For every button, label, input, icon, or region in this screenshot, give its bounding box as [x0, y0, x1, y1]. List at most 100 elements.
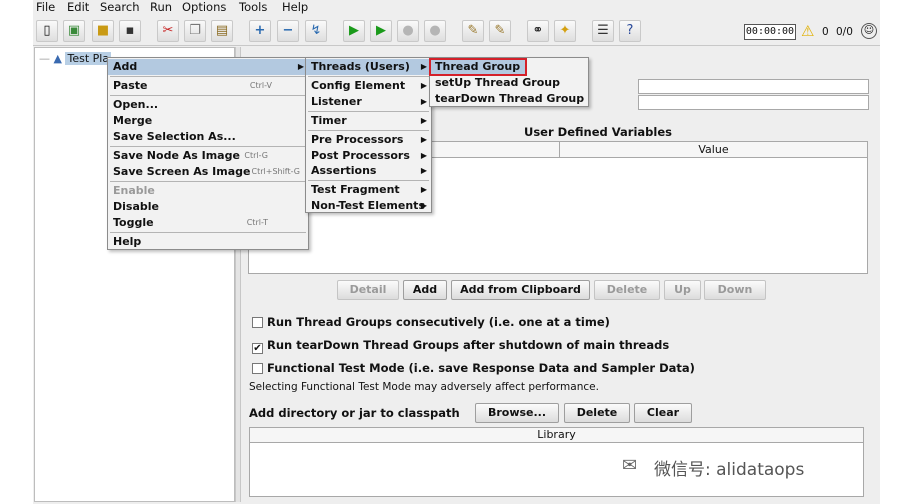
add-from-clipboard-button[interactable]: Add from Clipboard: [451, 280, 590, 300]
submenu-arrow-icon: ▶: [420, 135, 427, 144]
search-icon[interactable]: ⚭: [527, 20, 549, 42]
submenu-listener[interactable]: Listener ▶: [306, 94, 431, 110]
menu-item-label: Non-Test Elements: [311, 199, 425, 212]
menu-item-paste[interactable]: Paste Ctrl-V: [108, 78, 308, 94]
menu-separator: [110, 95, 306, 96]
menu-separator: [308, 111, 429, 112]
delete-var-button[interactable]: Delete: [594, 280, 660, 300]
help-icon[interactable]: ?: [619, 20, 641, 42]
menu-tools[interactable]: Tools: [239, 0, 267, 14]
menu-edit[interactable]: Edit: [67, 0, 89, 14]
templates-icon[interactable]: ▣: [63, 20, 85, 42]
checkbox-box[interactable]: [252, 317, 263, 328]
menu-item-open[interactable]: Open...: [108, 97, 308, 113]
menu-item-disable[interactable]: Disable: [108, 199, 308, 215]
udv-title: User Defined Variables: [524, 125, 672, 139]
clear-all-icon[interactable]: ✎: [489, 20, 511, 42]
menu-options[interactable]: Options: [182, 0, 226, 14]
menu-shortcut: Ctrl-T: [246, 218, 268, 227]
checkbox-box[interactable]: [252, 363, 263, 374]
collapse-icon[interactable]: −: [277, 20, 299, 42]
menu-help[interactable]: Help: [282, 0, 308, 14]
down-button[interactable]: Down: [704, 280, 766, 300]
shutdown-icon[interactable]: ●: [424, 20, 446, 42]
toggle-icon[interactable]: ↯: [305, 20, 327, 42]
submenu-assertions[interactable]: Assertions ▶: [306, 163, 431, 179]
submenu-pre-processors[interactable]: Pre Processors ▶: [306, 132, 431, 148]
menu-item-setup-thread-group[interactable]: setUp Thread Group: [430, 75, 588, 91]
menu-item-save-selection[interactable]: Save Selection As...: [108, 129, 308, 145]
menu-item-label: Paste: [113, 79, 148, 92]
detail-button[interactable]: Detail: [337, 280, 399, 300]
submenu-arrow-icon: ▶: [420, 151, 427, 160]
start-icon[interactable]: ▶: [343, 20, 365, 42]
menu-search[interactable]: Search: [100, 0, 140, 14]
submenu-threads-users[interactable]: Threads (Users) ▶: [306, 59, 431, 75]
paste-icon[interactable]: ▤: [211, 20, 233, 42]
menu-item-save-screen-image[interactable]: Save Screen As Image Ctrl+Shift-G: [108, 164, 308, 180]
reset-search-icon[interactable]: ✦: [554, 20, 576, 42]
menu-separator: [308, 180, 429, 181]
menu-item-help[interactable]: Help: [108, 234, 308, 250]
menu-separator: [110, 181, 306, 182]
menu-item-add[interactable]: Add ▶: [108, 59, 308, 75]
menu-file[interactable]: File: [36, 0, 55, 14]
submenu-arrow-icon: ▶: [420, 62, 427, 71]
comments-field[interactable]: [638, 95, 869, 110]
menu-separator: [110, 76, 306, 77]
menu-separator: [110, 146, 306, 147]
submenu-post-processors[interactable]: Post Processors ▶: [306, 148, 431, 164]
menu-item-label: Threads (Users): [311, 60, 410, 73]
expand-icon[interactable]: +: [249, 20, 271, 42]
submenu-non-test-elements[interactable]: Non-Test Elements ▶: [306, 198, 431, 214]
tree-node-test-plan[interactable]: — ▲ Test Pla: [39, 52, 112, 65]
run-consecutively-checkbox[interactable]: Run Thread Groups consecutively (i.e. on…: [252, 315, 610, 329]
submenu-arrow-icon: ▶: [420, 116, 427, 125]
menu-item-save-node-image[interactable]: Save Node As Image Ctrl-G: [108, 148, 308, 164]
warning-icon[interactable]: ⚠: [801, 22, 814, 40]
menu-item-teardown-thread-group[interactable]: tearDown Thread Group: [430, 91, 588, 107]
name-field[interactable]: [638, 79, 869, 94]
function-helper-icon[interactable]: ☰: [592, 20, 614, 42]
menu-item-thread-group[interactable]: Thread Group: [429, 58, 527, 76]
menu-item-merge[interactable]: Merge: [108, 113, 308, 129]
tree-node-label: Test Pla: [65, 52, 112, 65]
new-icon[interactable]: ▯: [36, 20, 58, 42]
context-menu: Add ▶ Paste Ctrl-V Open... Merge Save Se…: [107, 57, 309, 250]
menu-item-label: Save Node As Image: [113, 149, 240, 162]
menu-run[interactable]: Run: [150, 0, 172, 14]
menu-item-label: Test Fragment: [311, 183, 400, 196]
menu-item-label: Assertions: [311, 164, 377, 177]
menu-item-toggle[interactable]: Toggle Ctrl-T: [108, 215, 308, 231]
start-no-pause-icon[interactable]: ▶: [370, 20, 392, 42]
watermark: 微信号: alidataops: [654, 460, 805, 480]
submenu-arrow-icon: ▶: [420, 81, 427, 90]
classpath-label: Add directory or jar to classpath: [249, 406, 460, 420]
checkbox-box[interactable]: ✔: [252, 343, 263, 354]
clear-icon[interactable]: ✎: [462, 20, 484, 42]
add-button[interactable]: Add: [403, 280, 447, 300]
clear-button[interactable]: Clear: [634, 403, 692, 423]
cut-icon[interactable]: ✂: [157, 20, 179, 42]
menu-item-label: Toggle: [113, 216, 154, 229]
menu-shortcut: Ctrl-G: [244, 151, 268, 160]
save-icon[interactable]: ▪: [119, 20, 141, 42]
submenu-arrow-icon: ▶: [420, 185, 427, 194]
menu-separator: [110, 232, 306, 233]
submenu-timer[interactable]: Timer ▶: [306, 113, 431, 129]
functional-mode-label: Functional Test Mode (i.e. save Response…: [267, 361, 695, 375]
menu-item-enable[interactable]: Enable: [108, 183, 308, 199]
stop-icon[interactable]: ●: [397, 20, 419, 42]
library-column-header: Library: [250, 428, 863, 443]
menu-item-label: Pre Processors: [311, 133, 404, 146]
open-icon[interactable]: ■: [92, 20, 114, 42]
copy-icon[interactable]: ❐: [184, 20, 206, 42]
browse-button[interactable]: Browse...: [475, 403, 559, 423]
delete-classpath-button[interactable]: Delete: [564, 403, 630, 423]
menu-separator: [308, 130, 429, 131]
submenu-config-element[interactable]: Config Element ▶: [306, 78, 431, 94]
run-teardown-checkbox[interactable]: ✔ Run tearDown Thread Groups after shutdo…: [252, 338, 669, 354]
submenu-test-fragment[interactable]: Test Fragment ▶: [306, 182, 431, 198]
up-button[interactable]: Up: [664, 280, 701, 300]
functional-mode-checkbox[interactable]: Functional Test Mode (i.e. save Response…: [252, 361, 695, 375]
